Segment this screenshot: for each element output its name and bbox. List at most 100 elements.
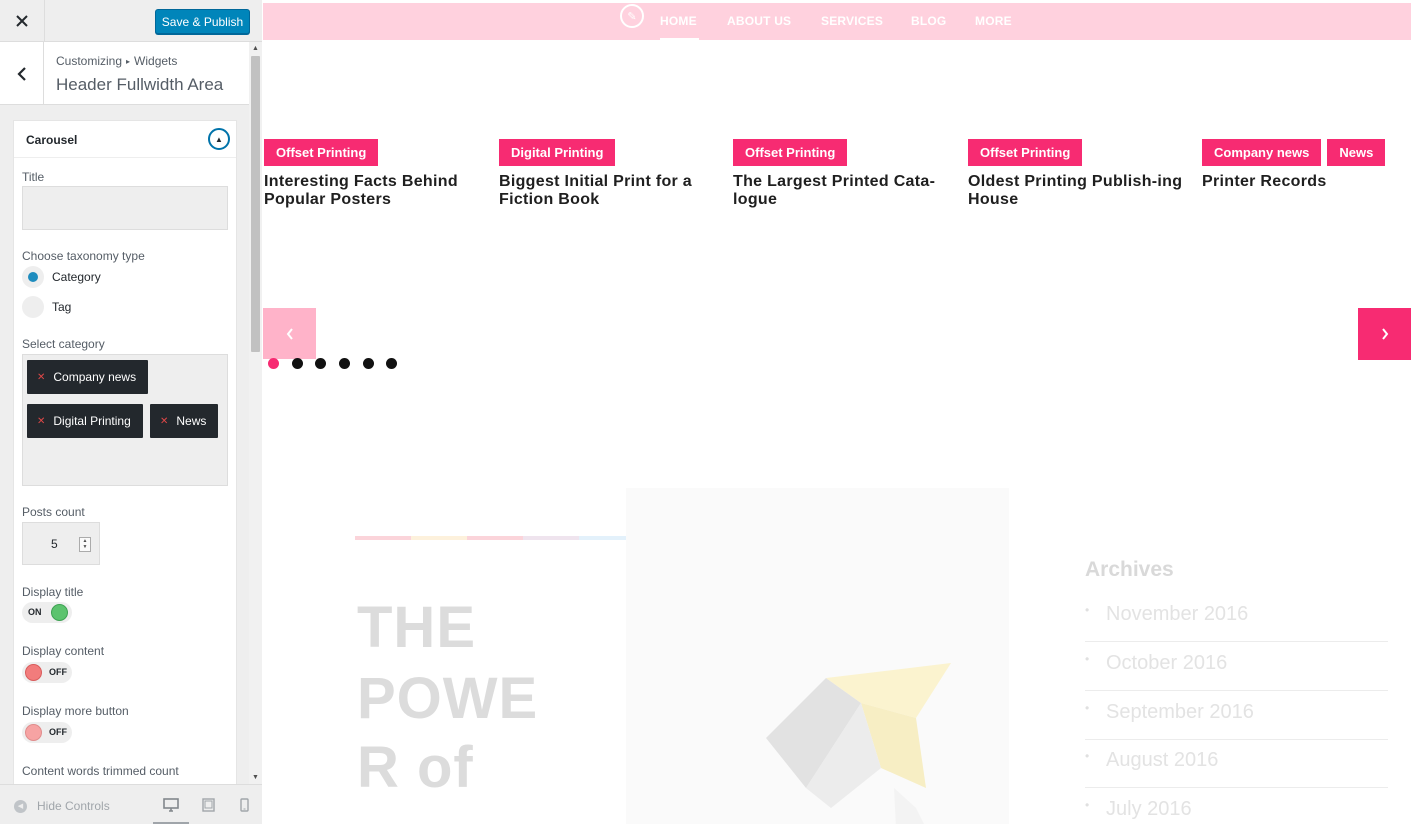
breadcrumb-item: Customizing <box>56 54 123 68</box>
customizer-footer: ◀ Hide Controls <box>0 784 262 824</box>
scrollbar-thumb[interactable] <box>251 56 260 352</box>
spin-down-icon[interactable]: ▼ <box>83 545 88 550</box>
collapse-widget-button[interactable]: ▲ <box>208 128 230 150</box>
carousel-slide: Offset Printing Interesting Facts Behind… <box>264 139 479 209</box>
carousel-slide: Company news News Printer Records <box>1202 139 1411 191</box>
remove-icon[interactable]: ✕ <box>37 372 45 383</box>
breadcrumb: Customizing ▸ Widgets <box>56 54 177 68</box>
post-title[interactable]: Oldest Printing Publish-ing House <box>968 173 1183 209</box>
hide-controls-button[interactable]: ◀ Hide Controls <box>14 799 110 813</box>
chevron-right-icon <box>1381 328 1388 340</box>
mobile-preview-button[interactable] <box>234 795 254 815</box>
category-tag[interactable]: Digital Printing <box>499 139 616 166</box>
carousel-dot[interactable] <box>268 358 279 369</box>
taxonomy-radio-tag[interactable]: Tag <box>22 296 71 318</box>
category-tag[interactable]: Offset Printing <box>733 139 848 166</box>
taxonomy-label: Choose taxonomy type <box>22 249 145 263</box>
category-tag[interactable]: Offset Printing <box>968 139 1083 166</box>
back-button[interactable] <box>0 42 44 105</box>
display-more-toggle[interactable]: OFF <box>22 722 72 743</box>
title-input[interactable] <box>22 186 228 230</box>
radio-button[interactable] <box>22 266 44 288</box>
spinner-control[interactable]: ▲ ▼ <box>79 537 91 552</box>
display-more-label: Display more button <box>22 704 129 718</box>
bullet-icon: • <box>1085 652 1090 666</box>
carousel-slide: Digital Printing Biggest Initial Print f… <box>499 139 714 209</box>
category-tag[interactable]: Offset Printing <box>264 139 379 166</box>
close-customizer-button[interactable] <box>0 0 45 42</box>
posts-count-stepper[interactable]: 5 ▲ ▼ <box>22 522 100 565</box>
carousel-next-button[interactable] <box>1358 308 1411 360</box>
nav-more[interactable]: MORE <box>975 14 1012 28</box>
breadcrumb-separator-icon: ▸ <box>126 57 131 66</box>
remove-icon[interactable]: ✕ <box>160 416 168 427</box>
nav-about-us[interactable]: ABOUT US <box>727 14 791 28</box>
scroll-down-icon[interactable]: ▼ <box>249 771 262 784</box>
mobile-icon <box>239 798 249 812</box>
chip-label: Company news <box>53 370 137 384</box>
bullet-icon: • <box>1085 701 1090 715</box>
edit-menu-button[interactable]: ✎ <box>620 4 644 28</box>
main-navigation: ✎ HOME ABOUT US SERVICES BLOG MORE <box>263 3 1411 41</box>
radio-button[interactable] <box>22 296 44 318</box>
archive-link[interactable]: • July 2016 <box>1085 788 1388 824</box>
archive-link-label: November 2016 <box>1106 603 1249 625</box>
display-title-toggle[interactable]: ON <box>22 602 72 623</box>
widget-header[interactable]: Carousel ▲ <box>14 121 236 158</box>
scroll-up-icon[interactable]: ▲ <box>249 42 262 55</box>
archive-link[interactable]: • October 2016 <box>1085 642 1388 691</box>
archive-link-label: October 2016 <box>1106 652 1228 674</box>
post-title[interactable]: The Largest Printed Cata-logue <box>733 173 948 209</box>
radio-selected-dot <box>28 272 38 282</box>
category-chip[interactable]: ✕ Digital Printing <box>27 404 143 438</box>
hero-heading-line: R of <box>357 735 474 800</box>
paper-crane-icon <box>766 663 951 824</box>
chip-label: Digital Printing <box>53 414 131 428</box>
category-chip[interactable]: ✕ News <box>150 404 219 438</box>
desktop-icon <box>163 798 179 812</box>
category-multiselect[interactable]: ✕ Company news ✕ Digital Printing ✕ News <box>22 354 228 486</box>
taxonomy-radio-category[interactable]: Category <box>22 266 101 288</box>
remove-icon[interactable]: ✕ <box>37 416 45 427</box>
save-publish-button[interactable]: Save & Publish <box>155 9 250 34</box>
carousel-dot[interactable] <box>292 358 303 369</box>
archive-link[interactable]: • November 2016 <box>1085 593 1388 642</box>
archive-link[interactable]: • September 2016 <box>1085 691 1388 740</box>
nav-services[interactable]: SERVICES <box>821 14 883 28</box>
archive-link[interactable]: • August 2016 <box>1085 739 1388 788</box>
page-content-faded: THE POWE R of Archives • November 2016 • O… <box>263 420 1411 824</box>
nav-home[interactable]: HOME <box>660 14 697 28</box>
post-title[interactable]: Printer Records <box>1202 173 1411 191</box>
nav-blog[interactable]: BLOG <box>911 14 946 28</box>
triangle-up-icon: ▲ <box>215 134 223 144</box>
customizer-panel: Customizing ▸ Widgets Header Fullwidth Are… <box>0 42 262 784</box>
bullet-icon: • <box>1085 798 1090 812</box>
toggle-knob <box>25 664 42 681</box>
panel-scrollbar[interactable]: ▲ ▼ <box>249 42 262 784</box>
archive-link-label: August 2016 <box>1106 749 1219 771</box>
archives-title: Archives <box>1085 558 1174 581</box>
carousel-slide: Offset Printing Oldest Printing Publish-… <box>968 139 1183 209</box>
color-stripe <box>355 536 635 540</box>
carousel-dot[interactable] <box>315 358 326 369</box>
carousel-dot[interactable] <box>386 358 397 369</box>
tablet-preview-button[interactable] <box>198 795 218 815</box>
post-title[interactable]: Biggest Initial Print for a Fiction Book <box>499 173 714 209</box>
post-title[interactable]: Interesting Facts Behind Popular Posters <box>264 173 479 209</box>
carousel-slide: Offset Printing The Largest Printed Cata… <box>733 139 948 209</box>
carousel-widget: Carousel ▲ Title Choose taxonomy type Ca… <box>13 120 237 784</box>
chip-label: News <box>176 414 207 428</box>
category-tag[interactable]: Company news <box>1202 139 1322 166</box>
category-chip[interactable]: ✕ Company news <box>27 360 149 394</box>
display-content-label: Display content <box>22 644 105 658</box>
carousel-dot[interactable] <box>363 358 374 369</box>
category-tag[interactable]: News <box>1327 139 1386 166</box>
display-content-toggle[interactable]: OFF <box>22 662 72 683</box>
spin-up-icon[interactable]: ▲ <box>83 538 88 544</box>
customizer-sidebar: Save & Publish Customizing ▸ Widgets Heade… <box>0 0 262 824</box>
desktop-preview-button[interactable] <box>161 795 181 815</box>
hide-controls-label: Hide Controls <box>37 799 110 813</box>
carousel-prev-button[interactable] <box>263 308 316 359</box>
posts-count-label: Posts count <box>22 505 85 519</box>
carousel-dot[interactable] <box>339 358 350 369</box>
